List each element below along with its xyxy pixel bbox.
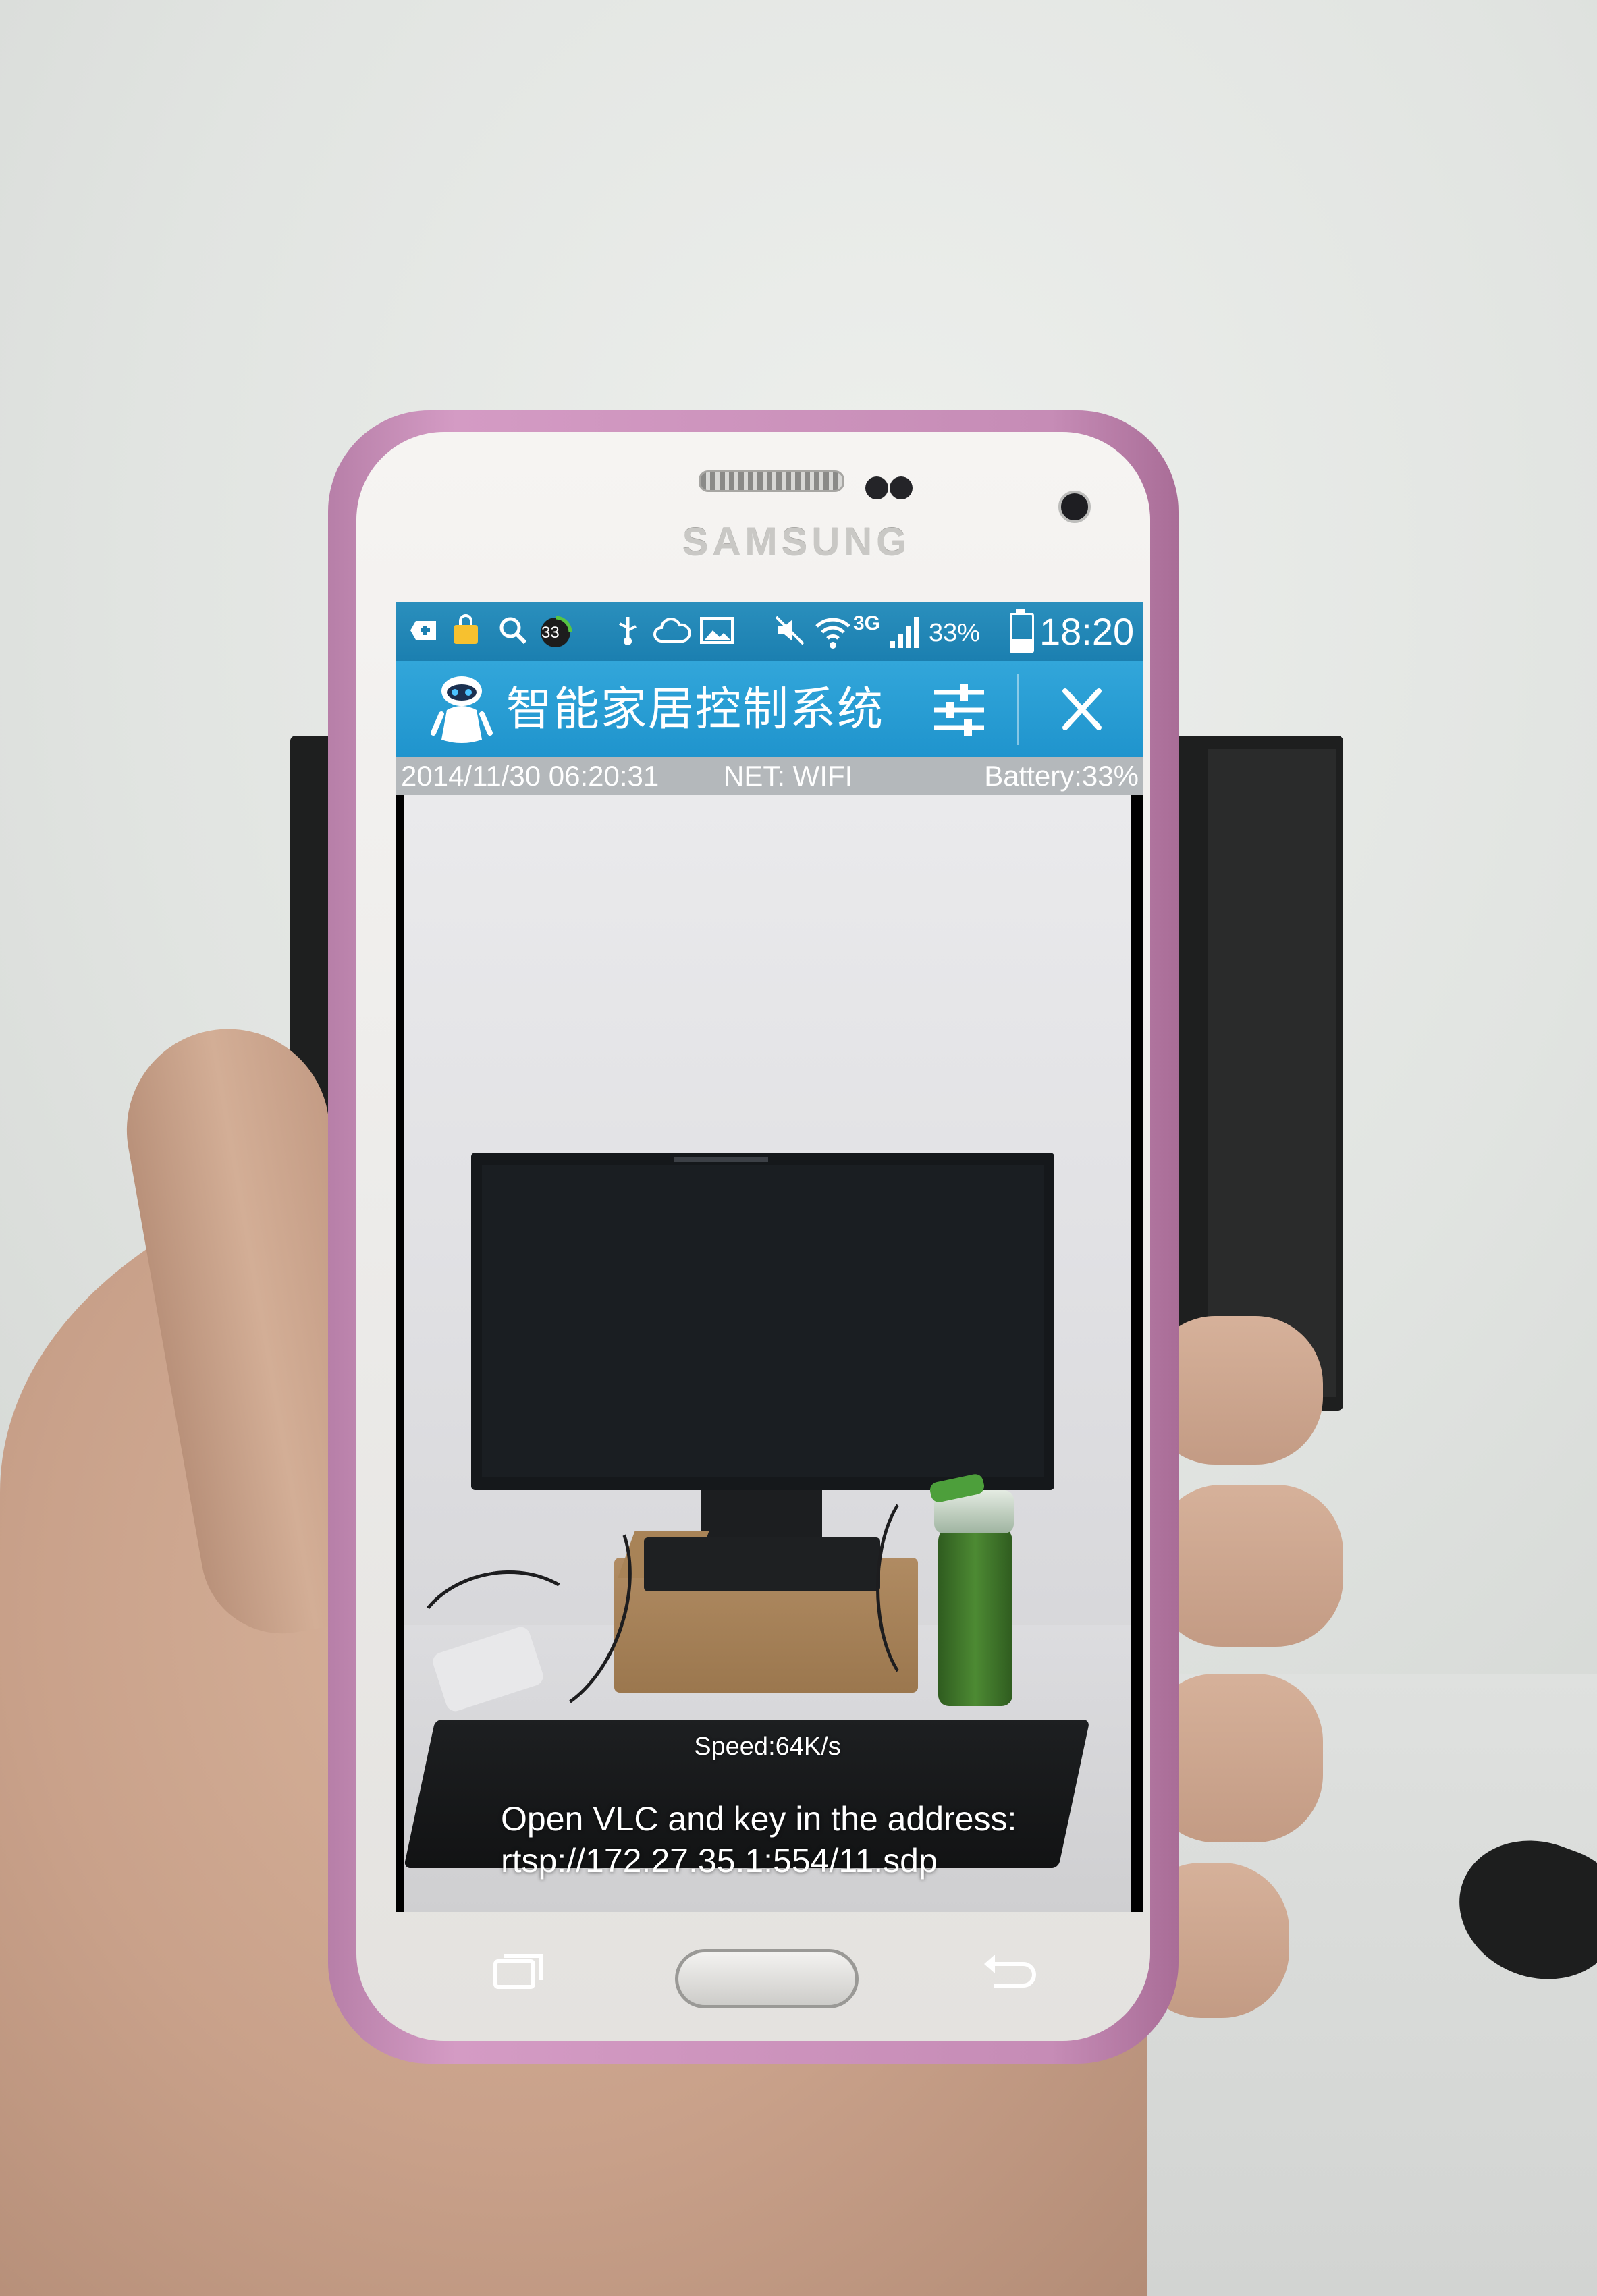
info-network: NET: WIFI	[724, 760, 853, 792]
feed-cable	[876, 1483, 977, 1693]
light-sensor	[890, 476, 913, 499]
recent-apps-button[interactable]	[491, 1950, 545, 1991]
app-title: 智能家居控制系统	[506, 684, 885, 735]
search-icon	[497, 614, 529, 647]
info-datetime: 2014/11/30 06:20:31	[401, 760, 659, 792]
usb-icon	[612, 614, 644, 647]
bag-icon	[450, 614, 482, 647]
wifi-icon	[814, 614, 852, 649]
signal-icon	[887, 614, 919, 648]
info-battery: Battery:33%	[984, 760, 1139, 792]
add-icon	[409, 614, 441, 647]
back-button[interactable]	[980, 1950, 1041, 1994]
app-bar: 智能家居控制系统	[396, 661, 1143, 757]
badge-icon: 33	[537, 614, 572, 647]
network-type: 3G	[853, 612, 881, 634]
settings-button[interactable]	[922, 678, 996, 741]
stream-speed: Speed:64K/s	[694, 1732, 841, 1761]
back-icon	[984, 1955, 1036, 1988]
cloud-icon	[652, 614, 693, 647]
front-camera	[1058, 491, 1091, 523]
battery-percent: 33%	[929, 619, 981, 647]
background-monitor-edge	[1208, 749, 1336, 1397]
close-icon	[1062, 688, 1102, 730]
info-bar: 2014/11/30 06:20:31 NET: WIFI Battery:33…	[396, 757, 1143, 795]
app-bar-divider	[1017, 674, 1019, 745]
robot-logo-icon	[429, 672, 494, 746]
hand-finger	[1154, 1485, 1343, 1647]
feed-monitor-label	[674, 1157, 768, 1162]
sliders-icon	[934, 684, 984, 736]
stream-address: rtsp://172.27.35.1:554/11.sdp	[501, 1842, 938, 1880]
video-feed[interactable]: Speed:64K/s Open VLC and key in the addr…	[404, 795, 1131, 1912]
home-button[interactable]	[675, 1949, 859, 2008]
badge-count: 33	[541, 624, 560, 642]
proximity-sensor	[865, 476, 888, 499]
recent-apps-icon	[493, 1954, 543, 1989]
earpiece-speaker	[699, 470, 844, 492]
status-bar: 33 3G 33% 18:20	[396, 602, 1143, 661]
mute-icon	[774, 614, 806, 647]
feed-monitor-base	[644, 1537, 880, 1591]
close-button[interactable]	[1045, 678, 1119, 741]
status-time: 18:20	[1039, 610, 1135, 653]
image-icon	[699, 614, 734, 647]
phone-screen: 33 3G 33% 18:20 智能家居控制系统 2014/11/30 06:2…	[396, 602, 1143, 1912]
stream-instruction: Open VLC and key in the address:	[501, 1800, 1017, 1838]
feed-monitor-screen	[482, 1165, 1044, 1477]
device-brand: SAMSUNG	[682, 520, 911, 564]
battery-icon	[1010, 613, 1034, 653]
